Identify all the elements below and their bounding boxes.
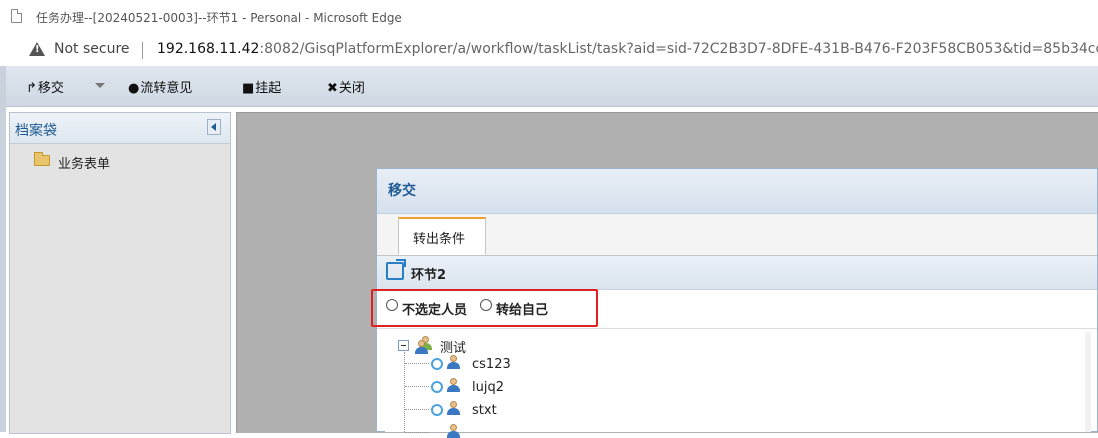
tree-branch-line — [405, 432, 429, 433]
app-toolbar: ↱移交 ●流转意见 ■挂起 ✖关闭 — [6, 66, 1098, 107]
browser-titlebar: 任务办理--[20240521-0003]--环节1 - Personal - … — [0, 0, 1098, 34]
tree-user-item[interactable]: cs123 — [472, 357, 511, 372]
window-title: 任务办理--[20240521-0003]--环节1 - Personal - … — [36, 11, 402, 25]
security-label[interactable]: Not secure — [54, 41, 130, 57]
transfer-label: 移交 — [37, 81, 64, 96]
dialog-header: 移交 — [377, 169, 1097, 214]
tree-guide-line — [404, 352, 405, 432]
transfer-node-icon — [386, 259, 406, 280]
tab-transfer-conditions[interactable]: 转出条件 — [398, 217, 486, 255]
suspend-label: 挂起 — [255, 81, 282, 96]
assign-self-radio[interactable] — [480, 299, 492, 311]
assign-self-label[interactable]: 转给自己 — [496, 299, 548, 318]
tree-branch-line — [405, 386, 429, 387]
tree-branch-line — [405, 409, 429, 410]
tree-panel: 测试 cs123 lujq2 stxt — [385, 332, 1091, 438]
dialog-title: 移交 — [388, 183, 416, 199]
tab-label: 转出条件 — [413, 232, 466, 247]
close-label: 关闭 — [338, 81, 365, 96]
user-select-radio[interactable] — [431, 381, 443, 393]
comment-icon: ● — [128, 81, 140, 96]
user-select-radio[interactable] — [431, 404, 443, 416]
folder-icon — [34, 152, 50, 166]
tree-branch-line — [405, 363, 429, 364]
node-title: 环节2 — [411, 268, 447, 283]
sidebar-title: 档案袋 — [15, 123, 57, 139]
transfer-dialog: 移交 转出条件 环节2 不选定人员 转给自己 测试 cs123 lujq2 st… — [376, 168, 1098, 438]
suspend-button[interactable]: ■挂起 — [242, 77, 281, 96]
url-host: 192.168.11.42 — [157, 41, 260, 57]
option-row: 不选定人员 转给自己 — [377, 290, 1097, 329]
address-bar[interactable]: Not secure 192.168.11.42:8082/GisqPlatfo… — [0, 34, 1098, 67]
sidebar-header: 档案袋 — [10, 113, 230, 144]
user-select-radio[interactable] — [431, 358, 443, 370]
opinion-label: 流转意见 — [140, 81, 193, 96]
user-icon — [447, 355, 460, 369]
archive-sidebar: 档案袋 业务表单 — [9, 112, 231, 434]
transfer-button[interactable]: ↱移交 — [26, 77, 64, 96]
node-header: 环节2 — [377, 256, 1097, 290]
user-tree: 测试 cs123 lujq2 stxt — [377, 331, 1095, 438]
user-icon — [447, 401, 460, 415]
sidebar-item-business-form[interactable]: 业务表单 — [58, 153, 110, 172]
opinion-button[interactable]: ●流转意见 — [128, 77, 192, 96]
no-person-radio[interactable] — [386, 299, 398, 311]
page-icon — [11, 9, 22, 23]
tree-group-label[interactable]: 测试 — [440, 337, 466, 356]
address-separator — [142, 42, 143, 59]
lock-icon: ■ — [242, 81, 255, 96]
user-icon — [447, 378, 460, 392]
close-button[interactable]: ✖关闭 — [327, 77, 365, 96]
forward-arrow-icon: ↱ — [26, 81, 37, 96]
close-icon: ✖ — [327, 81, 338, 96]
warning-icon[interactable] — [29, 42, 45, 56]
left-edge-strip — [0, 66, 6, 432]
url-path: :8082/GisqPlatformExplorer/a/workflow/ta… — [259, 41, 1098, 57]
dialog-tabstrip: 转出条件 — [377, 214, 1097, 256]
group-users-icon — [415, 336, 432, 354]
url-field[interactable]: 192.168.11.42:8082/GisqPlatformExplorer/… — [157, 41, 1098, 57]
tree-user-item[interactable]: stxt — [472, 403, 497, 418]
user-icon — [447, 424, 460, 438]
collapse-tree-toggle[interactable] — [398, 340, 409, 351]
no-person-label[interactable]: 不选定人员 — [402, 299, 467, 318]
collapse-sidebar-button[interactable] — [207, 119, 221, 135]
tree-user-item[interactable]: lujq2 — [472, 380, 504, 395]
chevron-down-icon[interactable] — [95, 83, 105, 88]
